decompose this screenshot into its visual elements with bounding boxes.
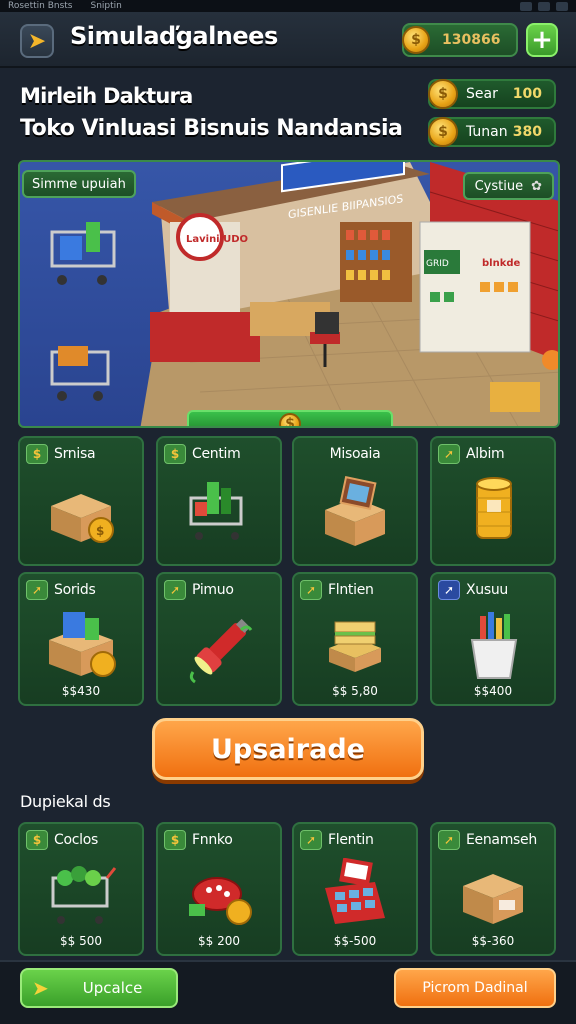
item-card-pimuo[interactable]: ➚ Pimuo — [156, 572, 282, 706]
item-card-misoaia[interactable]: Misoaia — [292, 436, 418, 566]
item-card-centim[interactable]: $ Centim — [156, 436, 282, 566]
item-name: Albim — [466, 446, 505, 462]
arrow-icon: ➚ — [164, 580, 186, 600]
coin-icon: $ — [402, 26, 430, 54]
arrow-icon: ➚ — [438, 830, 460, 850]
red-toy-art — [158, 860, 280, 934]
coin-stack-art — [432, 472, 554, 552]
item-name: Misoaia — [329, 446, 381, 462]
add-coins-button[interactable]: + — [526, 23, 558, 57]
flashlight-art — [158, 610, 280, 690]
item-name: Pimuo — [192, 582, 234, 598]
cardboard-box-art — [432, 860, 554, 930]
arrow-icon: ➚ — [26, 580, 48, 600]
item-card-xusuu[interactable]: ➚ Xusuu $$400 — [430, 572, 556, 706]
item-name: Eenamseh — [466, 832, 537, 848]
box-with-picture-art — [294, 476, 416, 550]
store-name-line1: Mirleih Daktura — [20, 84, 193, 108]
store-name-line2: Toko Vinluasi Bisnuis Nandansia — [20, 116, 403, 141]
right-sign-text: blnkde — [482, 258, 521, 269]
stat-sear: $ Sear 100 — [428, 79, 556, 109]
minimize-icon[interactable] — [520, 1, 532, 11]
item-card-albim[interactable]: ➚ Albim — [430, 436, 556, 566]
plus-icon: + — [531, 25, 553, 55]
back-arrow-icon: ➤ — [32, 976, 49, 1000]
svg-text:$: $ — [96, 524, 104, 538]
item-name: Xusuu — [466, 582, 509, 598]
coin-icon: $ — [428, 79, 458, 109]
stat-value: 380 — [512, 124, 542, 140]
store-scene-illustration: GISENLIE BIIPANSIOS Lavini UDO GRID blnk… — [50, 162, 558, 426]
coin-icon: $ — [428, 117, 458, 147]
coin-icon: $ — [164, 830, 186, 850]
item-price: $$ 200 — [198, 934, 240, 948]
coin-icon: $ — [26, 444, 48, 464]
back-arrow-icon: ➤ — [27, 28, 47, 54]
item-card-fnnko[interactable]: $ Fnnko $$ 200 — [156, 822, 282, 956]
coin-icon: $ — [164, 444, 186, 464]
item-name: Centim — [192, 446, 241, 462]
picrom-dadinal-button[interactable]: Picrom Dadinal — [394, 968, 556, 1008]
item-name: Fnnko — [192, 832, 233, 848]
coin-balance: $ 130866 — [402, 23, 518, 57]
stat-tunan: $ Tunan 380 — [428, 117, 556, 147]
arrow-icon: ➚ — [438, 444, 460, 464]
item-card-flentin[interactable]: ➚ Flentin $$-500 — [292, 822, 418, 956]
maximize-icon[interactable] — [538, 1, 550, 11]
item-card-srnisa[interactable]: $ Srnisa $ — [18, 436, 144, 566]
scene-collect-bar[interactable]: $ — [187, 410, 393, 426]
item-name: Flentin — [328, 832, 374, 848]
close-icon[interactable] — [556, 1, 568, 11]
store-scene[interactable]: GISENLIE BIIPANSIOS Lavini UDO GRID blnk… — [18, 160, 560, 428]
upcalce-button[interactable]: ➤ Upcalce — [20, 968, 178, 1008]
back-button[interactable]: ➤ — [20, 24, 54, 58]
upcalce-button-label: Upcalce — [82, 979, 143, 997]
status-tab-text: Sniptin — [90, 1, 122, 11]
shopping-cart-art — [158, 476, 280, 546]
stat-label: Tunan — [466, 124, 508, 140]
app-title: Simulaďgalnees — [70, 22, 278, 50]
window-controls — [520, 1, 568, 11]
customize-button[interactable]: Cystiue ✿ — [462, 172, 554, 200]
coin-icon: $ — [26, 830, 48, 850]
right-small-sign-text: GRID — [426, 259, 449, 269]
arrow-blue-icon: ➚ — [438, 580, 460, 600]
coin-icon: $ — [279, 413, 301, 426]
item-name: Coclos — [54, 832, 98, 848]
goods-box-art — [20, 608, 142, 680]
arrow-icon: ➚ — [300, 580, 322, 600]
item-name: Srnisa — [54, 446, 96, 462]
item-card-coclos[interactable]: $ Coclos $$ 500 — [18, 822, 144, 956]
item-price: $$-500 — [333, 934, 377, 948]
box-with-coin-art: $ — [20, 476, 142, 546]
shop-sign-text: Lavini UDO — [186, 234, 248, 245]
section-title: Dupiekal ds — [20, 792, 111, 811]
customize-button-label: Cystiue — [474, 178, 524, 194]
scene-tag: Simme upuiah — [22, 170, 136, 198]
item-price: $$400 — [473, 684, 513, 698]
coin-balance-value: 130866 — [442, 32, 501, 48]
top-bar: ➤ Simulaďgalnees $ 130866 + — [0, 12, 576, 68]
item-price: $$-360 — [471, 934, 515, 948]
stat-value: 100 — [512, 86, 542, 102]
item-name: Sorids — [54, 582, 96, 598]
status-bar: Rosettin Bnsts Sniptin — [0, 0, 576, 12]
status-left-text: Rosettin Bnsts — [8, 1, 73, 11]
flower-icon: ✿ — [531, 178, 542, 194]
item-card-sorids[interactable]: ➚ Sorids $$430 — [18, 572, 144, 706]
item-name: Flntien — [328, 582, 374, 598]
stat-label: Sear — [466, 86, 498, 102]
item-price: $$ 5,80 — [332, 684, 378, 698]
item-price: $$ 500 — [60, 934, 102, 948]
item-price: $$430 — [61, 684, 101, 698]
upgrade-button[interactable]: Upsairade — [152, 718, 424, 780]
sandwich-art — [294, 612, 416, 680]
item-card-flntien[interactable]: ➚ Flntien $$ 5,80 — [292, 572, 418, 706]
arrow-icon: ➚ — [300, 830, 322, 850]
cart-vegetables-art — [20, 858, 142, 932]
item-card-eenamseh[interactable]: ➚ Eenamseh $$-360 — [430, 822, 556, 956]
cash-register-art — [294, 858, 416, 934]
bucket-art — [432, 610, 554, 682]
